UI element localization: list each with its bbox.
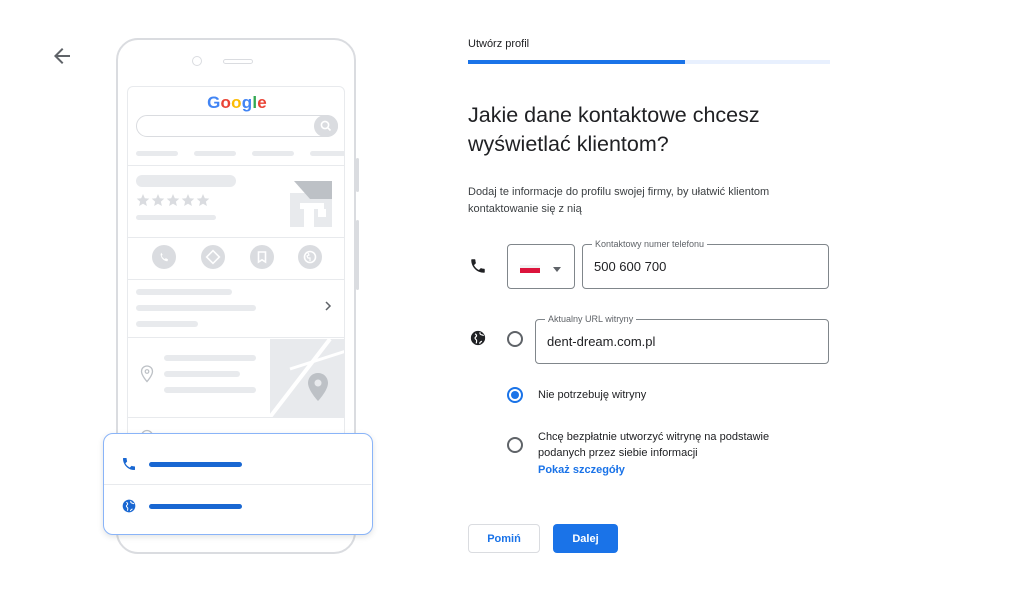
phone-line-placeholder <box>149 462 242 467</box>
divider <box>128 417 344 418</box>
text-placeholder <box>164 371 240 377</box>
step-label: Utwórz profil <box>468 38 530 50</box>
page-description: Dodaj te informacje do profilu swojej fi… <box>468 186 770 215</box>
google-logo-letter: G <box>207 93 221 112</box>
phone-icon <box>469 257 487 275</box>
business-name-placeholder <box>136 175 236 187</box>
phone-side-button <box>356 158 359 192</box>
divider <box>128 337 344 338</box>
no-website-radio[interactable] <box>507 387 523 403</box>
website-url-radio[interactable] <box>507 331 523 347</box>
google-logo-letter: e <box>257 93 267 112</box>
create-website-label[interactable]: Chcę bezpłatnie utworzyć witrynę na pods… <box>538 429 798 461</box>
tab-bar-placeholder <box>310 151 344 156</box>
storefront-icon <box>286 179 334 227</box>
bookmark-icon <box>250 245 274 269</box>
location-pin-icon <box>140 365 154 383</box>
phone-screen: Google <box>127 86 345 466</box>
star-rating-icon <box>136 193 216 207</box>
back-arrow-icon[interactable] <box>50 44 74 68</box>
google-logo-letter: o <box>220 93 232 112</box>
no-website-label[interactable]: Nie potrzebuję witryny <box>538 387 646 403</box>
tab-bar-placeholder <box>252 151 294 156</box>
globe-icon <box>298 245 322 269</box>
page-title: Jakie dane kontaktowe chcesz wyświetlać … <box>468 103 760 156</box>
directions-icon <box>201 245 225 269</box>
phone-number-label: Kontaktowy numer telefonu <box>592 238 708 250</box>
text-placeholder <box>164 387 256 393</box>
google-logo-letter: g <box>241 93 253 112</box>
phone-number-field[interactable]: Kontaktowy numer telefonu <box>582 238 829 289</box>
divider <box>128 165 344 166</box>
phone-number-input[interactable] <box>594 259 814 274</box>
text-placeholder <box>136 321 198 327</box>
globe-icon <box>121 498 137 514</box>
country-code-dropdown[interactable] <box>507 244 575 289</box>
skip-button[interactable]: Pomiń <box>468 524 540 553</box>
search-bar-illustration <box>136 115 338 137</box>
tab-bar-placeholder <box>194 151 236 156</box>
poland-flag-icon <box>520 265 540 273</box>
phone-speaker <box>223 59 253 64</box>
globe-icon <box>469 329 487 347</box>
search-icon <box>314 115 338 137</box>
text-placeholder <box>136 289 232 295</box>
google-logo: Google <box>128 93 344 113</box>
phone-icon <box>152 245 176 269</box>
google-logo-letter: o <box>231 93 242 112</box>
website-line-placeholder <box>149 504 242 509</box>
phone-camera <box>192 56 202 66</box>
tab-bar-placeholder <box>136 151 178 156</box>
phone-side-button <box>356 220 359 290</box>
chevron-right-icon <box>322 299 334 311</box>
website-url-input[interactable] <box>547 334 767 349</box>
contact-info-card-illustration <box>103 433 373 535</box>
progress-bar <box>468 60 830 64</box>
website-url-field[interactable]: Aktualny URL witryny <box>535 313 829 364</box>
text-placeholder <box>136 305 256 311</box>
next-button[interactable]: Dalej <box>553 524 618 553</box>
show-details-link[interactable]: Pokaż szczegóły <box>538 464 625 476</box>
divider <box>128 279 344 280</box>
map-thumbnail <box>268 337 344 419</box>
text-placeholder <box>136 215 216 220</box>
text-placeholder <box>164 355 256 361</box>
divider <box>128 237 344 238</box>
website-url-label: Aktualny URL witryny <box>545 313 637 325</box>
divider <box>104 484 371 485</box>
create-website-radio[interactable] <box>507 437 523 453</box>
progress-bar-fill <box>468 60 686 64</box>
phone-icon <box>121 456 137 472</box>
dropdown-arrow-icon <box>553 267 561 272</box>
